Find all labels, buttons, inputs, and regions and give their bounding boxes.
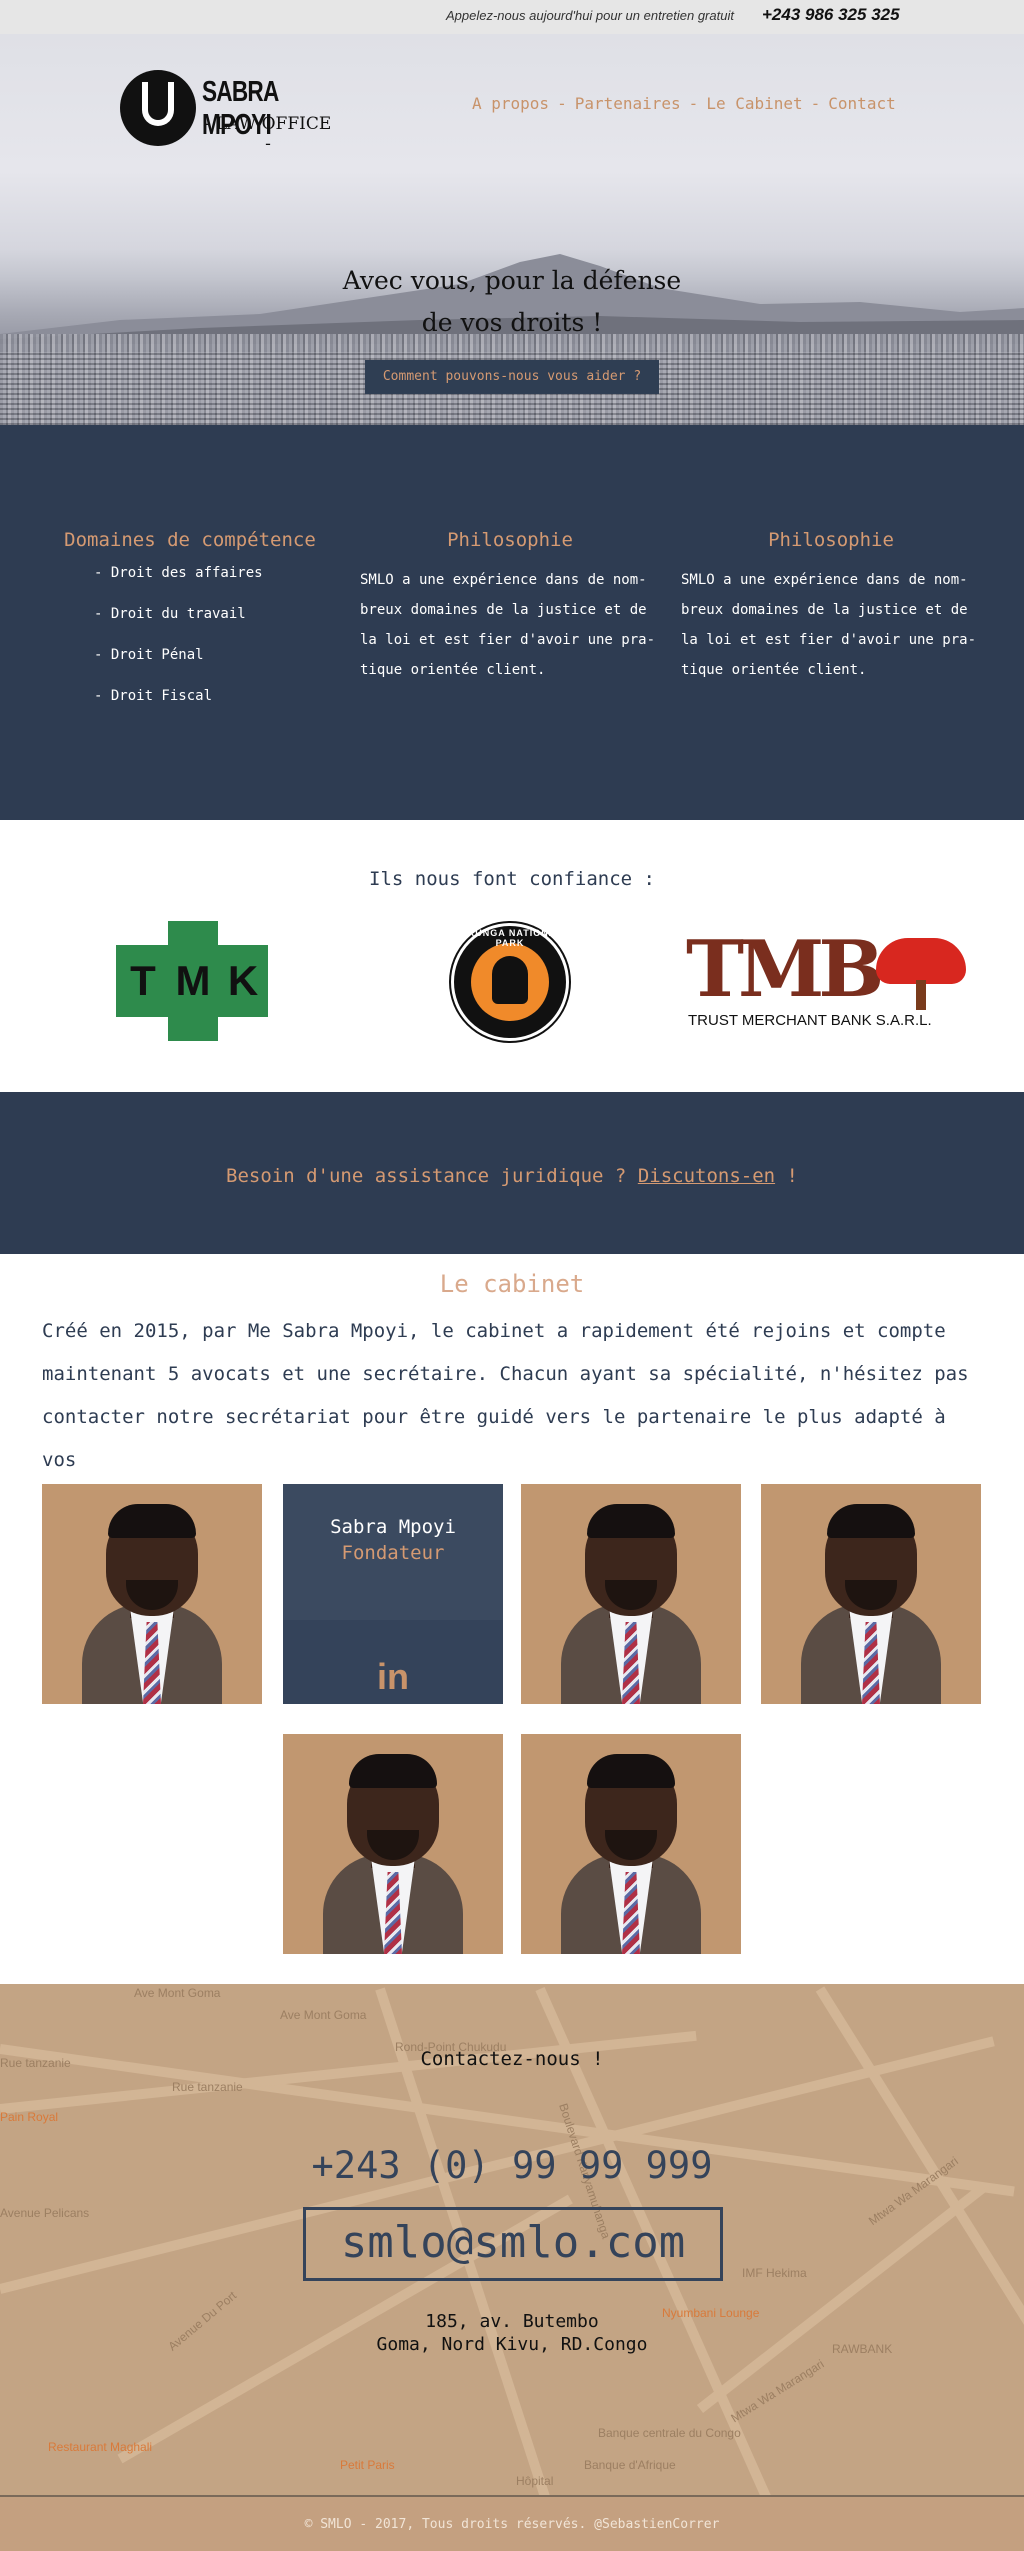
expertise-section: Domaines de compétence - Droit des affai… bbox=[0, 425, 1024, 820]
nav-le-cabinet[interactable]: Le Cabinet bbox=[706, 94, 802, 113]
map-label: Hôpital bbox=[516, 2474, 554, 2488]
map-label: Banque d'Afrique bbox=[584, 2458, 676, 2472]
logo-u-icon bbox=[120, 70, 196, 146]
linkedin-icon[interactable]: in bbox=[377, 1656, 409, 1698]
philosophy-column-2: Philosophie SMLO a une expérience dans d… bbox=[681, 529, 981, 685]
tree-icon bbox=[876, 938, 966, 984]
domains-column: Domaines de compétence - Droit des affai… bbox=[62, 529, 318, 729]
discuss-link[interactable]: Discutons-en bbox=[638, 1165, 775, 1187]
map-label: Avenue Pelicans bbox=[0, 2206, 90, 2220]
map-label: IMF Hekima bbox=[742, 2266, 807, 2280]
lawyer-photo[interactable] bbox=[521, 1484, 741, 1704]
footer: © SMLO - 2017, Tous droits réservés. @Se… bbox=[0, 2495, 1024, 2551]
virunga-national-park-logo[interactable]: VIRUNGA NATIONAL PARK bbox=[451, 923, 569, 1041]
domains-list: - Droit des affaires - Droit du travail … bbox=[62, 565, 318, 704]
contact-address: 185, av. Butembo Goma, Nord Kivu, RD.Con… bbox=[376, 2311, 648, 2355]
contact-map-section: Ave Mont Goma Ave Mont Goma Rond-Point C… bbox=[0, 1984, 1024, 2495]
map-label: Restaurant Maghali bbox=[48, 2440, 153, 2454]
domains-title: Domaines de compétence bbox=[64, 529, 316, 551]
assistance-banner: Besoin d'une assistance juridique ? Disc… bbox=[0, 1092, 1024, 1254]
logo[interactable]: SABRA MPOYI - LAW OFFICE - bbox=[120, 70, 340, 154]
domain-item: - Droit du travail bbox=[94, 606, 246, 622]
founder-name: Sabra Mpoyi bbox=[330, 1516, 456, 1538]
map-label: Ave Mont Goma bbox=[280, 2008, 367, 2022]
logo-subtitle: - LAW OFFICE - bbox=[204, 114, 332, 154]
tmk-logo[interactable]: T M K bbox=[116, 921, 268, 1041]
hero-section: SABRA MPOYI - LAW OFFICE - A propos - Part… bbox=[0, 34, 1024, 425]
founder-role: Fondateur bbox=[341, 1542, 445, 1564]
footer-copyright: © SMLO - 2017, Tous droits réservés. @Se… bbox=[304, 2517, 720, 2532]
philosophy-text: SMLO a une expérience dans de nom- breux… bbox=[360, 572, 656, 678]
contact-phone[interactable]: +243 (0) 99 99 999 bbox=[0, 2144, 1024, 2187]
domain-item: - Droit Pénal bbox=[94, 647, 204, 663]
main-nav: A propos - Partenaires - Le Cabinet - Contact bbox=[472, 94, 896, 113]
lawyer-photo[interactable] bbox=[761, 1484, 981, 1704]
map-label: Mtwa Wa Marangari bbox=[728, 2356, 827, 2426]
lawyer-photo[interactable] bbox=[42, 1484, 262, 1704]
map-label: Rue tanzanie bbox=[172, 2080, 243, 2094]
lawyer-photo[interactable] bbox=[283, 1734, 503, 1954]
founder-card[interactable]: Sabra Mpoyi Fondateur in bbox=[283, 1484, 503, 1704]
map-label: Banque centrale du Congo bbox=[598, 2426, 741, 2440]
topbar-phone[interactable]: +243 986 325 325 bbox=[762, 5, 900, 25]
help-cta-button[interactable]: Comment pouvons-nous vous aider ? bbox=[365, 360, 659, 394]
nav-partenaires[interactable]: Partenaires bbox=[575, 94, 681, 113]
contact-email[interactable]: smlo@smlo.com bbox=[303, 2207, 723, 2281]
map-label: Petit Paris bbox=[340, 2458, 395, 2472]
nav-contact[interactable]: Contact bbox=[828, 94, 895, 113]
partners-title: Ils nous font confiance : bbox=[369, 868, 655, 890]
trust-merchant-bank-logo[interactable]: TMB TRUST MERCHANT BANK S.A.R.L. bbox=[678, 930, 978, 1036]
philosophy-column: Philosophie SMLO a une expérience dans d… bbox=[360, 529, 660, 685]
lawyer-photo[interactable] bbox=[521, 1734, 741, 1954]
gorilla-icon bbox=[492, 956, 528, 1004]
philosophy-title: Philosophie bbox=[447, 529, 573, 551]
philosophy-text-2: SMLO a une expérience dans de nom- breux… bbox=[681, 572, 977, 678]
cabinet-title: Le cabinet bbox=[439, 1270, 585, 1298]
map-label: Ave Mont Goma bbox=[134, 1986, 221, 2000]
philosophy-title-2: Philosophie bbox=[768, 529, 894, 551]
nav-a-propos[interactable]: A propos bbox=[472, 94, 549, 113]
hero-title: Avec vous, pour la défense de vos droits… bbox=[342, 266, 682, 337]
domain-item: - Droit Fiscal bbox=[94, 688, 213, 704]
map-label: Pain Royal bbox=[0, 2110, 59, 2124]
contact-title: Contactez-nous ! bbox=[420, 2048, 604, 2070]
domain-item: - Droit des affaires bbox=[94, 565, 263, 581]
topbar-message: Appelez-nous aujourd'hui pour un entreti… bbox=[446, 8, 734, 23]
top-bar: Appelez-nous aujourd'hui pour un entreti… bbox=[0, 0, 1024, 34]
